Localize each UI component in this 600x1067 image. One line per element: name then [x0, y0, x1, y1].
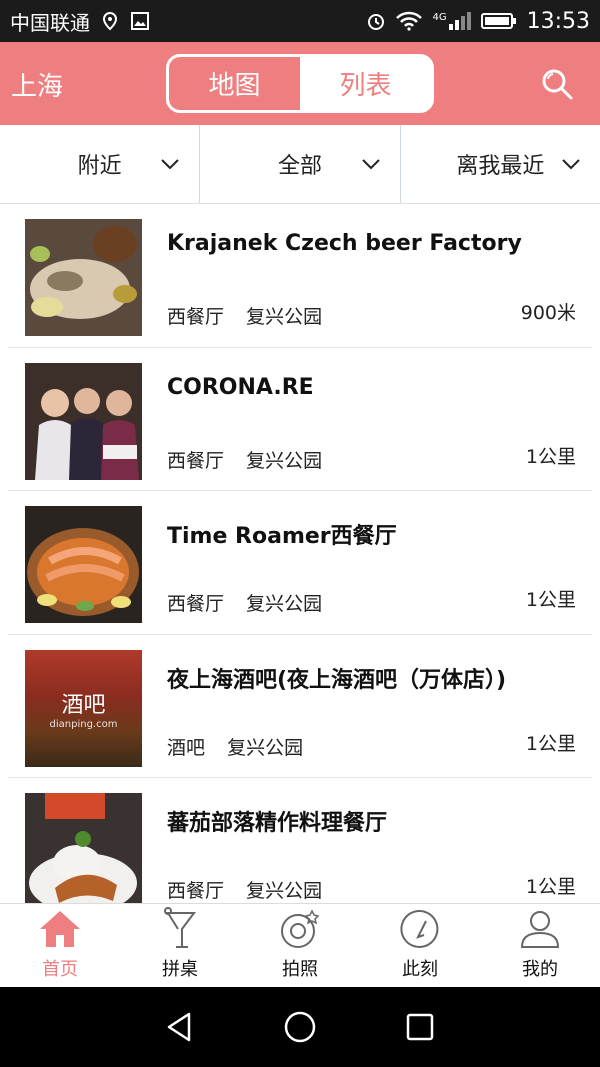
list-item[interactable]: 蕃茄部落精作料理餐厅 西餐厅 复兴公园 1公里 [8, 778, 592, 903]
restaurant-category: 西餐厅 [167, 449, 225, 472]
app-header: 上海 地图 列表 [0, 42, 600, 125]
tab-list[interactable]: 列表 [300, 57, 431, 110]
list-item[interactable]: 酒吧 dianping.com 夜上海酒吧(夜上海酒吧（万体店）) 酒吧 复兴公… [8, 635, 592, 778]
restaurant-list: Krajanek Czech beer Factory 西餐厅 复兴公园 900… [0, 204, 600, 903]
recents-icon[interactable] [403, 1010, 437, 1044]
restaurant-photo [25, 506, 142, 623]
bottom-tab-bar: 首页 拼桌 拍照 此刻 我的 [0, 903, 600, 987]
signal-icon: 4G [432, 12, 471, 30]
tab-photo-label: 拍照 [282, 959, 318, 980]
restaurant-name: CORONA.RE [167, 374, 314, 400]
wifi-icon [396, 11, 423, 31]
restaurant-distance: 1公里 [525, 732, 576, 755]
restaurant-name: 蕃茄部落精作料理餐厅 [167, 811, 388, 836]
alarm-icon [368, 14, 385, 30]
home-circle-icon[interactable] [283, 1010, 317, 1044]
restaurant-photo [25, 793, 142, 903]
tab-moment[interactable]: 此刻 [360, 904, 480, 987]
restaurant-photo: 酒吧 dianping.com [25, 649, 142, 767]
home-icon [40, 911, 80, 947]
chevron-down-icon [562, 159, 580, 170]
restaurant-area: 复兴公园 [227, 736, 304, 759]
tab-moment-label: 此刻 [402, 959, 438, 980]
photo-placeholder-text: 酒吧 [61, 692, 106, 718]
cocktail-icon [164, 907, 196, 948]
tab-map[interactable]: 地图 [169, 57, 300, 110]
system-nav-bar [0, 987, 600, 1067]
filter-sort[interactable]: 离我最近 [399, 125, 600, 203]
restaurant-category: 西餐厅 [167, 880, 225, 902]
restaurant-meta: 西餐厅 复兴公园 [167, 446, 322, 473]
camera-ring-icon [281, 909, 320, 948]
filter-sort-label: 离我最近 [456, 154, 545, 179]
user-icon [520, 911, 560, 948]
restaurant-distance: 1公里 [525, 876, 576, 898]
restaurant-photo [25, 219, 142, 336]
filter-nearby[interactable]: 附近 [0, 125, 199, 203]
city-selector[interactable]: 上海 [11, 66, 63, 103]
restaurant-photo [25, 362, 142, 480]
restaurant-distance: 900米 [520, 302, 576, 324]
location-pin-icon [102, 11, 118, 31]
tab-profile[interactable]: 我的 [480, 904, 600, 987]
restaurant-name: Time Roamer西餐厅 [167, 524, 397, 549]
list-item[interactable]: Time Roamer西餐厅 西餐厅 复兴公园 1公里 [8, 491, 592, 635]
image-icon [131, 12, 149, 30]
view-toggle: 地图 列表 [166, 54, 434, 113]
restaurant-area: 复兴公园 [246, 880, 323, 902]
restaurant-meta: 西餐厅 复兴公园 [167, 589, 322, 616]
chevron-down-icon [361, 159, 380, 170]
restaurant-name: Krajanek Czech beer Factory [167, 231, 522, 256]
tab-share-table-label: 拼桌 [162, 959, 198, 980]
tab-share-table[interactable]: 拼桌 [120, 904, 240, 987]
restaurant-area: 复兴公园 [246, 593, 323, 615]
filter-category[interactable]: 全部 [199, 125, 399, 203]
restaurant-name: 夜上海酒吧(夜上海酒吧（万体店）) [167, 667, 507, 693]
list-item[interactable]: CORONA.RE 西餐厅 复兴公园 1公里 [8, 348, 592, 491]
restaurant-category: 西餐厅 [167, 593, 225, 615]
tab-profile-label: 我的 [522, 959, 558, 980]
restaurant-area: 复兴公园 [246, 449, 323, 472]
filter-bar: 附近 全部 离我最近 [0, 125, 600, 204]
search-icon[interactable] [539, 66, 575, 102]
tab-photo[interactable]: 拍照 [240, 904, 360, 987]
restaurant-category: 酒吧 [167, 736, 206, 759]
battery-icon [480, 13, 516, 29]
photo-placeholder-watermark: dianping.com [49, 718, 118, 730]
back-icon[interactable] [163, 1010, 197, 1044]
tab-home[interactable]: 首页 [0, 904, 120, 987]
filter-nearby-label: 附近 [77, 154, 122, 179]
restaurant-meta: 酒吧 复兴公园 [167, 733, 303, 760]
clock-icon [400, 909, 439, 948]
tab-home-label: 首页 [42, 959, 78, 980]
list-item[interactable]: Krajanek Czech beer Factory 西餐厅 复兴公园 900… [8, 204, 592, 348]
restaurant-meta: 西餐厅 复兴公园 [167, 876, 322, 903]
filter-category-label: 全部 [277, 154, 322, 179]
status-bar: 中国联通 4G 13:53 [0, 0, 600, 42]
restaurant-category: 西餐厅 [167, 306, 225, 328]
restaurant-area: 复兴公园 [246, 306, 323, 328]
network-type: 4G [432, 12, 447, 23]
restaurant-distance: 1公里 [525, 445, 576, 468]
restaurant-distance: 1公里 [525, 589, 576, 611]
carrier-label: 中国联通 [10, 10, 90, 35]
chevron-down-icon [161, 159, 180, 170]
clock-time: 13:53 [526, 8, 590, 34]
restaurant-meta: 西餐厅 复兴公园 [167, 302, 322, 329]
